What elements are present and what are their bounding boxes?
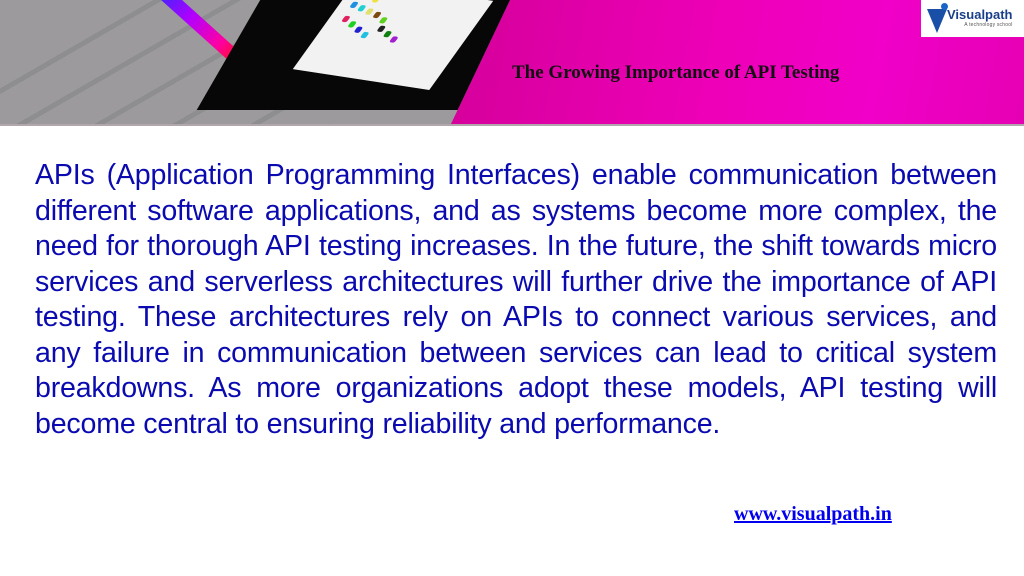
logo-tagline: A technology school bbox=[964, 22, 1013, 28]
visualpath-logo: Visualpath A technology school bbox=[921, 0, 1024, 37]
slide-title: The Growing Importance of API Testing bbox=[512, 62, 840, 83]
website-link[interactable]: www.visualpath.in bbox=[734, 503, 892, 526]
logo-v-icon bbox=[921, 0, 955, 37]
header-banner: The Growing Importance of API Testing Vi… bbox=[0, 0, 1024, 126]
laptop-photo bbox=[0, 0, 510, 126]
body-paragraph: APIs (Application Programming Interfaces… bbox=[35, 159, 997, 440]
logo-name: Visualpath bbox=[947, 7, 1013, 22]
